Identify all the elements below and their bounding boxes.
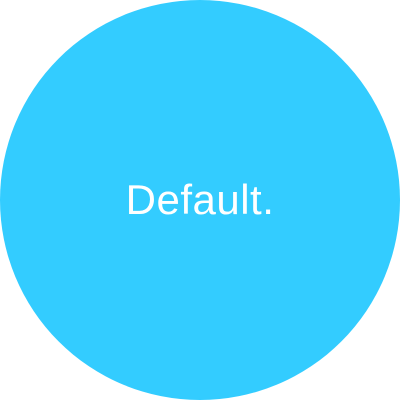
circle-label: Default. [125,176,275,223]
default-circle: Default. [0,0,400,400]
canvas: Default. [0,0,400,400]
